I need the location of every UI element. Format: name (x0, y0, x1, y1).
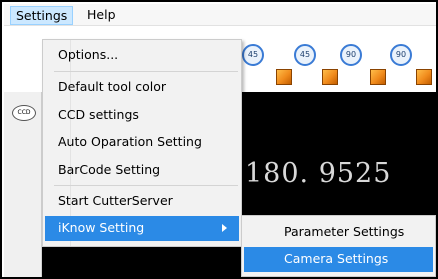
menu-item-label: Start CutterServer (58, 193, 173, 208)
ccd-icon[interactable]: CCD (12, 105, 36, 121)
submenu-item-camera-settings[interactable]: Camera Settings (244, 247, 433, 272)
menu-item-ccd-settings[interactable]: CCD settings (45, 103, 239, 128)
menu-item-iknow-setting[interactable]: iKnow Setting (45, 216, 239, 241)
side-toolbar: CCD (4, 92, 42, 277)
menu-help[interactable]: Help (82, 6, 121, 25)
menu-bar: Settings Help (4, 4, 436, 26)
menu-item-barcode-setting[interactable]: BarCode Setting (45, 158, 239, 183)
menu-item-label: Parameter Settings (284, 224, 405, 239)
rotate-45-icon[interactable]: 45 (294, 44, 316, 66)
iknow-submenu: Parameter Settings Camera Settings (241, 215, 436, 277)
menu-separator (54, 185, 238, 186)
menu-item-options[interactable]: Options... (45, 43, 239, 68)
menu-item-default-tool-color[interactable]: Default tool color (45, 75, 239, 100)
menu-item-label: Camera Settings (284, 251, 389, 266)
settings-dropdown-menu: Options... Default tool color CCD settin… (42, 39, 242, 247)
menu-item-label: Auto Oparation Setting (58, 134, 202, 149)
cube-icon[interactable] (322, 69, 338, 85)
rotate-90-icon[interactable]: 90 (340, 44, 362, 66)
cube-icon[interactable] (416, 69, 432, 85)
coordinate-readout: 180. 9525 (245, 158, 392, 189)
rotate-45-icon[interactable]: 45 (242, 44, 264, 66)
cube-icon[interactable] (370, 69, 386, 85)
menu-item-label: Options... (58, 47, 119, 62)
submenu-item-parameter-settings[interactable]: Parameter Settings (244, 220, 433, 245)
menu-item-label: Default tool color (58, 79, 167, 94)
menu-item-label: BarCode Setting (58, 162, 161, 177)
menu-item-label: iKnow Setting (58, 220, 145, 235)
menu-item-label: CCD settings (58, 107, 139, 122)
cube-icon[interactable] (276, 69, 292, 85)
menu-item-start-cutterserver[interactable]: Start CutterServer (45, 189, 239, 214)
submenu-arrow-icon (222, 224, 227, 232)
menu-settings[interactable]: Settings (10, 6, 74, 25)
app-window: Settings Help 45 45 90 90 CCD 180. 9525 … (0, 0, 438, 279)
menu-item-auto-operation-setting[interactable]: Auto Oparation Setting (45, 130, 239, 155)
menu-separator (54, 71, 238, 72)
rotate-90-icon[interactable]: 90 (390, 44, 412, 66)
